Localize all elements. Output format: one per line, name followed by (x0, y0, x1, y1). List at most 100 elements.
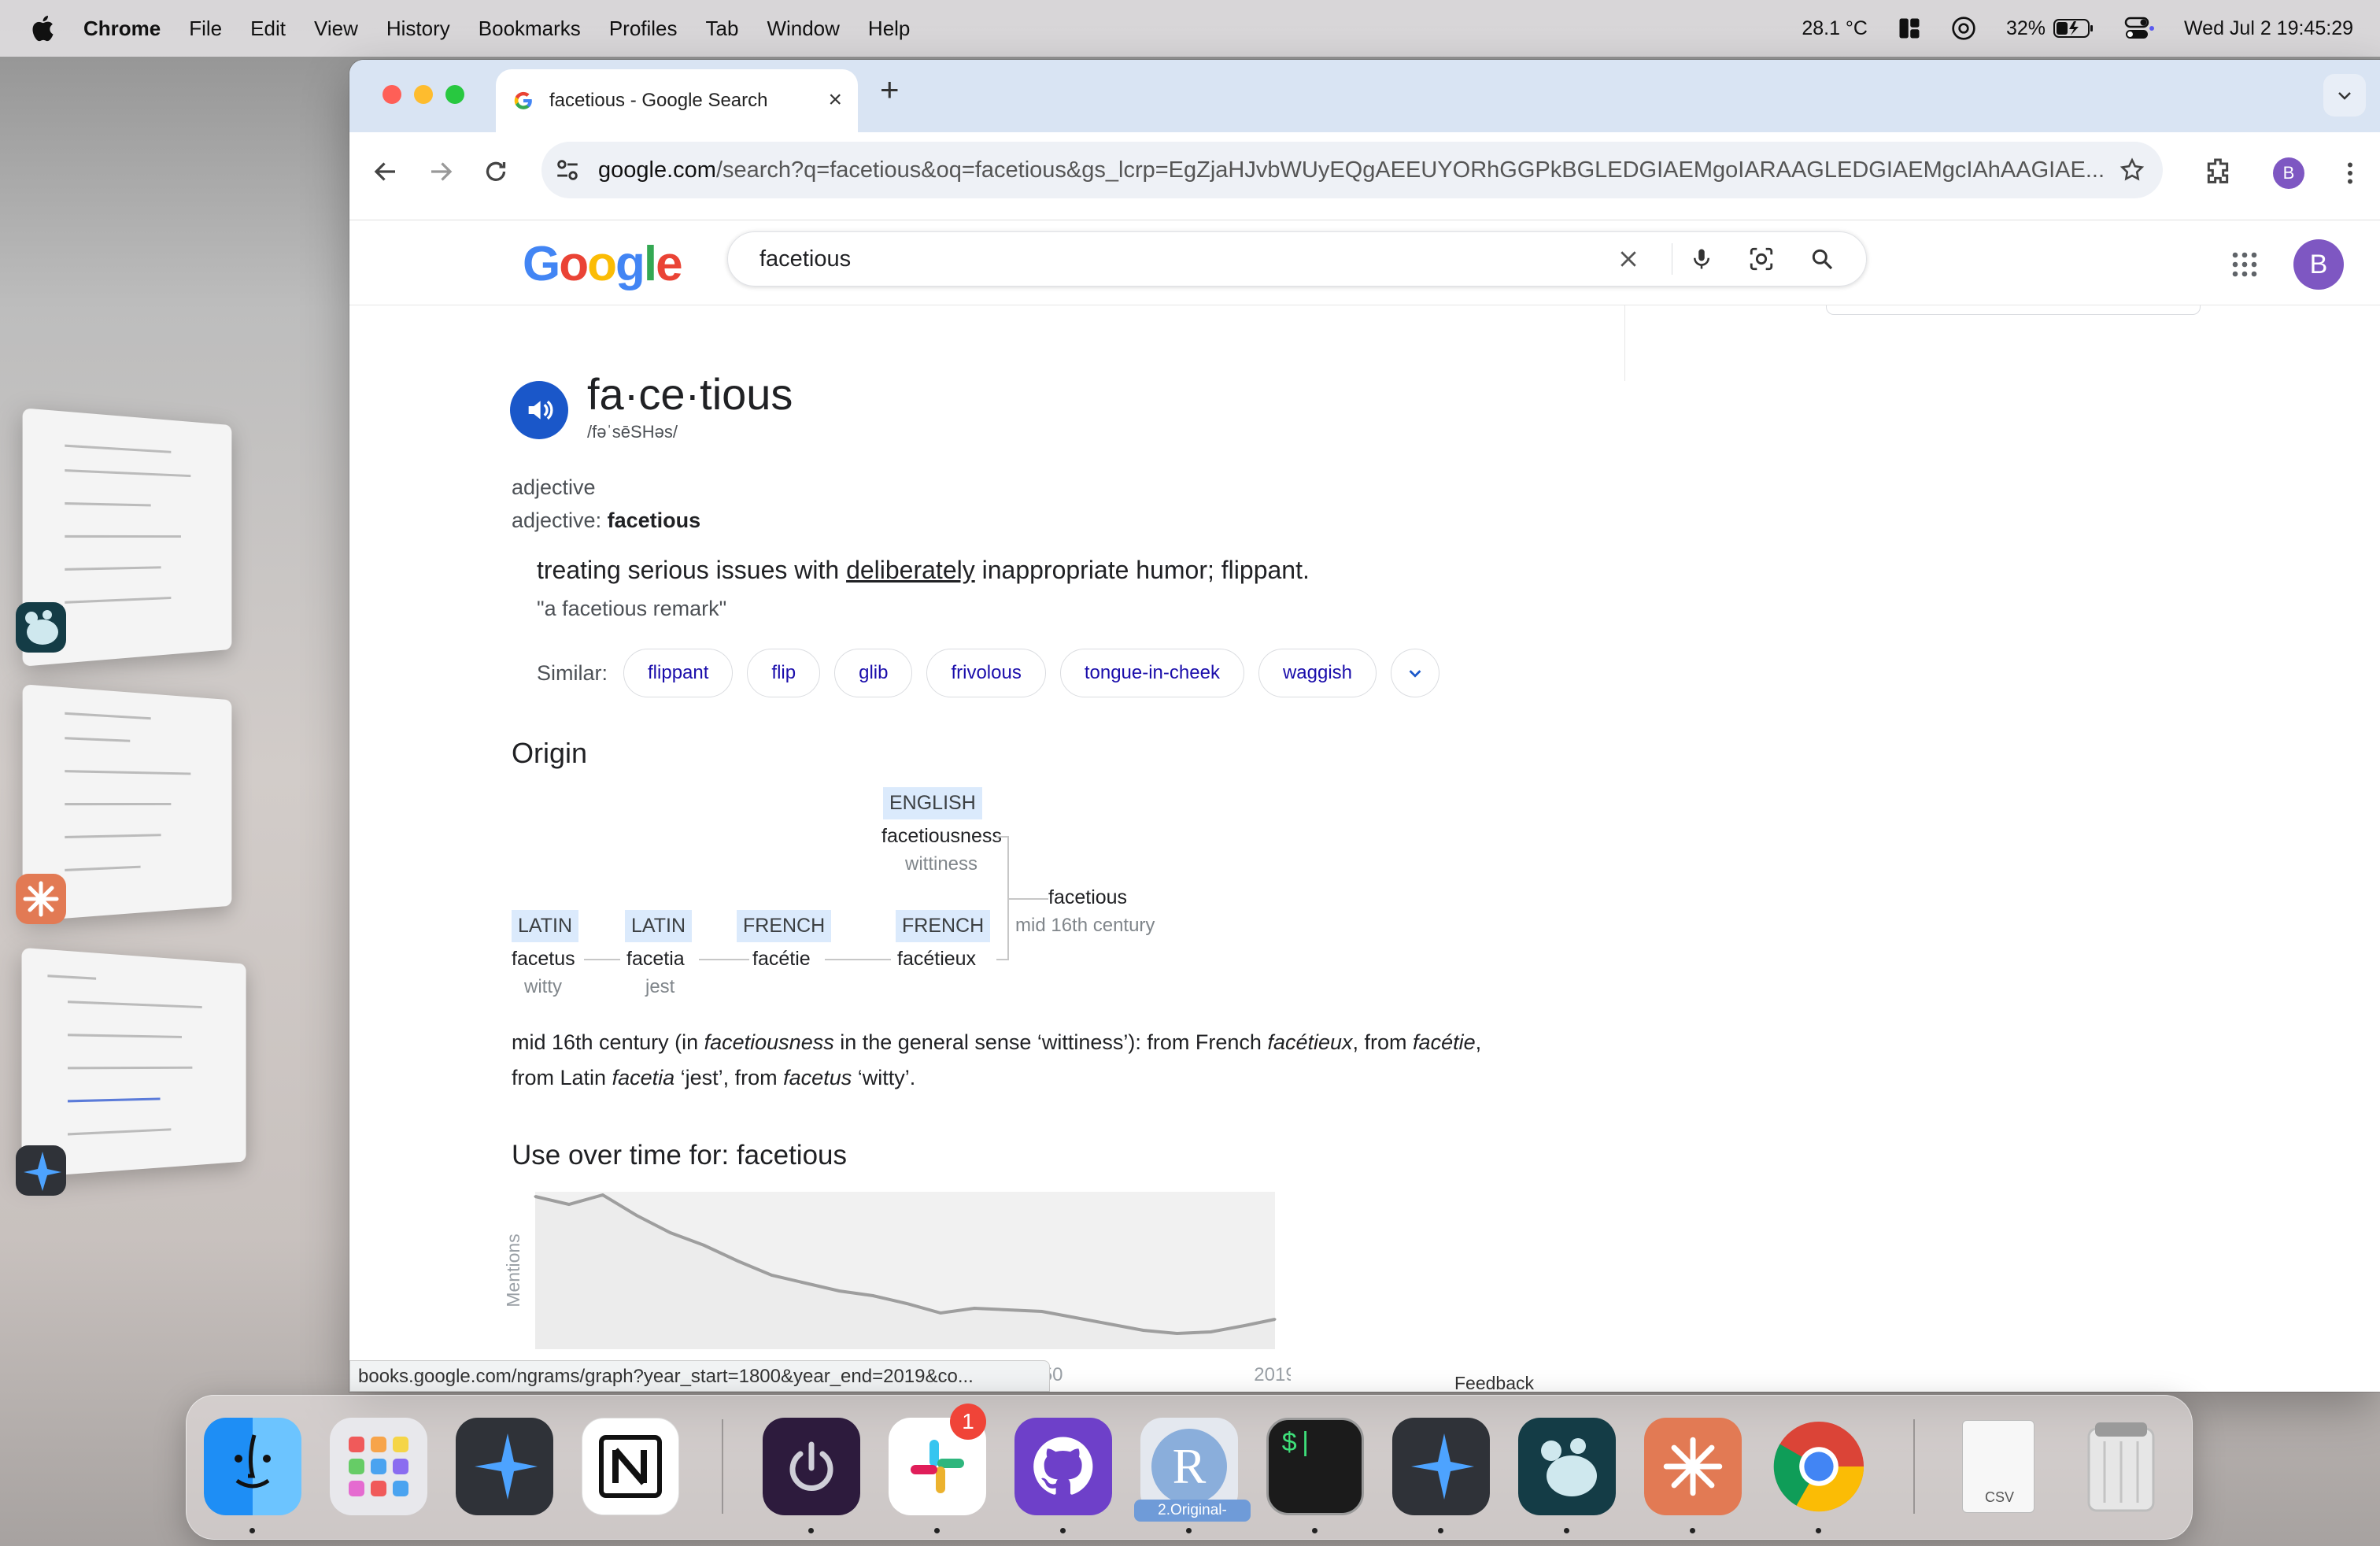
github-desktop-dock-icon[interactable] (1014, 1418, 1112, 1515)
back-icon[interactable] (371, 157, 400, 186)
avatar-initial: B (2309, 249, 2328, 279)
search-input[interactable]: facetious (759, 246, 1617, 272)
terminal-dock-icon[interactable]: $| (1266, 1418, 1364, 1515)
mastodon-dock-icon[interactable] (1518, 1418, 1616, 1515)
google-logo[interactable]: Google (523, 236, 683, 292)
menu-edit[interactable]: Edit (250, 17, 286, 41)
launchpad-dock-icon[interactable] (330, 1418, 427, 1515)
tab-title: facetious - Google Search (549, 90, 768, 111)
notion-dock-icon[interactable] (582, 1418, 679, 1515)
mastodon-stage-icon[interactable] (16, 602, 66, 653)
site-info-icon[interactable] (554, 157, 581, 183)
menu-help[interactable]: Help (868, 17, 910, 41)
menu-window[interactable]: Window (767, 17, 839, 41)
stage-window-thumbnail-3[interactable] (21, 947, 246, 1178)
similar-label: Similar: (537, 660, 608, 685)
spark-window-dock-icon[interactable] (1392, 1418, 1490, 1515)
ety-english-word: facetiousness (881, 825, 1002, 847)
similar-word-flippant[interactable]: flippant (623, 649, 734, 697)
feedback-link[interactable]: Feedback (1454, 1373, 1534, 1392)
zoom-window-button[interactable] (445, 85, 464, 104)
search-box[interactable]: facetious (727, 231, 1867, 287)
google-header: Google facetious B (349, 220, 2380, 305)
close-window-button[interactable] (382, 85, 401, 104)
minimize-window-button[interactable] (414, 85, 433, 104)
chrome-dock-icon[interactable] (1770, 1418, 1868, 1515)
origin-text-1d: facétieux (1267, 1030, 1353, 1054)
definition-link[interactable]: deliberately (846, 556, 975, 584)
lens-search-icon[interactable] (1748, 246, 1775, 272)
chevron-down-icon (1409, 670, 1421, 678)
usage-point-1910 (905, 1302, 908, 1305)
claude-stage-icon[interactable] (16, 874, 66, 924)
address-bar[interactable]: google.com/search?q=facetious&oq=facetio… (541, 142, 2163, 198)
usage-point-1880 (804, 1282, 807, 1285)
origin-text-2d: facetus (783, 1066, 852, 1089)
expand-similar-button[interactable] (1391, 649, 1440, 697)
menu-view[interactable]: View (314, 17, 358, 41)
usage-point-2019 (1273, 1318, 1277, 1321)
usage-point-1990 (1176, 1332, 1179, 1335)
speaker-icon (528, 400, 553, 420)
menu-tab[interactable]: Tab (706, 17, 739, 41)
menu-history[interactable]: History (386, 17, 450, 41)
definition-post: inappropriate humor; flippant. (974, 556, 1310, 584)
voice-search-icon[interactable] (1690, 246, 1713, 272)
tab-search-button[interactable] (2323, 74, 2366, 117)
similar-row: Similar: flippant flip glib frivolous to… (537, 649, 1440, 697)
menu-profiles[interactable]: Profiles (609, 17, 678, 41)
chrome-window: facetious - Google Search × + google.com… (349, 60, 2380, 1392)
ety-french-2-lang: FRENCH (896, 910, 991, 942)
power-app-dock-icon[interactable] (763, 1418, 860, 1515)
apple-icon[interactable] (28, 13, 60, 44)
similar-word-flip[interactable]: flip (747, 649, 821, 697)
menu-bookmarks[interactable]: Bookmarks (479, 17, 581, 41)
ety-latin-2-lang: LATIN (625, 910, 692, 942)
spark-stage-icon[interactable] (16, 1145, 66, 1196)
claude-dock-icon[interactable] (1644, 1418, 1742, 1515)
google-account-avatar[interactable]: B (2293, 239, 2344, 290)
origin-heading: Origin (512, 737, 588, 769)
extensions-icon[interactable] (2202, 156, 2234, 187)
similar-word-tongue-in-cheek[interactable]: tongue-in-cheek (1059, 649, 1244, 697)
focus-icon[interactable] (1951, 16, 1976, 41)
origin-text-2a: from Latin (512, 1066, 612, 1089)
clear-search-icon[interactable] (1617, 247, 1640, 271)
profile-button[interactable]: B (2273, 157, 2304, 189)
temperature-readout[interactable]: 28.1 °C (1802, 17, 1868, 40)
reload-icon[interactable] (482, 157, 510, 186)
tab-google-search[interactable]: facetious - Google Search × (496, 69, 858, 132)
similar-word-frivolous[interactable]: frivolous (926, 649, 1046, 697)
apps-grid-icon[interactable] (2230, 250, 2259, 279)
csv-file-dock-icon[interactable]: CSV (1949, 1418, 2047, 1515)
menu-file[interactable]: File (189, 17, 222, 41)
bookmark-star-icon[interactable] (2119, 157, 2145, 183)
control-center-icon[interactable] (2124, 17, 2155, 40)
usage-point-1810 (567, 1203, 571, 1206)
more-menu-icon[interactable] (2336, 157, 2364, 189)
menu-app-name[interactable]: Chrome (83, 17, 161, 41)
ety-latin-2-word: facetia (626, 948, 685, 970)
origin-text-2e: ‘witty’. (852, 1066, 916, 1089)
new-tab-button[interactable]: + (880, 71, 900, 109)
origin-text-1a: mid 16th century (in (512, 1030, 704, 1054)
usage-point-1870 (770, 1274, 773, 1277)
origin-text-1f: facétie (1413, 1030, 1476, 1054)
search-icon[interactable] (1809, 246, 1835, 272)
ety-english-gloss: wittiness (905, 853, 978, 875)
window-layout-icon[interactable] (1898, 17, 1921, 40)
battery-icon[interactable] (2053, 17, 2094, 39)
pronunciation-button[interactable] (510, 381, 568, 439)
datetime-readout[interactable]: Wed Jul 2 19:45:29 (2184, 17, 2353, 40)
origin-text-2b: facetia (612, 1066, 675, 1089)
finder-dock-icon[interactable] (204, 1418, 301, 1515)
spark-dock-icon[interactable] (456, 1418, 553, 1515)
tab-close-icon[interactable]: × (828, 87, 842, 113)
search-results: fa·ce·tious /fəˈsēSHəs/ adjective adject… (349, 305, 2380, 1392)
usage-point-1800 (534, 1195, 537, 1198)
forward-icon[interactable] (427, 157, 455, 186)
similar-word-waggish[interactable]: waggish (1258, 649, 1377, 697)
claude-running-dot (1690, 1528, 1695, 1533)
trash-dock-icon[interactable] (2072, 1418, 2170, 1515)
similar-word-glib[interactable]: glib (834, 649, 913, 697)
